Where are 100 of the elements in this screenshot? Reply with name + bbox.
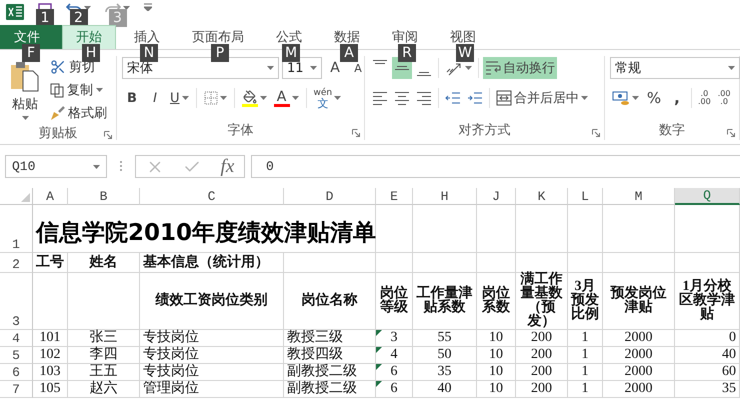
table-cell: 10 [489, 330, 503, 346]
column-header[interactable]: Q [675, 188, 740, 205]
error-indicator-icon[interactable] [376, 364, 382, 370]
formula-input[interactable]: 0 [251, 155, 740, 178]
table-cell: 102 [40, 347, 60, 363]
table-cell: 副教授二级 [287, 364, 357, 380]
column-header[interactable]: C [140, 188, 284, 205]
row-header[interactable]: 1 [0, 205, 33, 253]
row-header[interactable]: 2 [0, 253, 33, 273]
table-cell: 2000 [624, 347, 652, 363]
caret-icon [96, 88, 103, 92]
group-label: 数字 [659, 122, 685, 139]
font-name-field[interactable]: 宋体 [122, 57, 279, 79]
table-cell: 10 [489, 364, 503, 380]
keytip-tooltip: N [140, 44, 158, 62]
caret-icon [123, 6, 130, 10]
number-format-field[interactable]: 常规 [610, 57, 740, 79]
caret-icon [182, 96, 189, 100]
redo-button[interactable] [105, 3, 130, 12]
table-cell: 2000 [624, 364, 652, 380]
column-header[interactable]: E [376, 188, 413, 205]
caret-icon [632, 96, 639, 100]
decrease-decimal-button[interactable]: .00 .0 [716, 87, 732, 109]
column-heading: 3月预发比例 [571, 280, 599, 322]
keytip-tooltip: P [211, 44, 229, 62]
dialog-launcher-icon[interactable] [592, 129, 600, 137]
table-cell: 6 [390, 381, 398, 397]
italic-button[interactable]: I [145, 87, 165, 109]
font-color-button[interactable]: A [272, 87, 301, 109]
column-header[interactable]: J [477, 188, 516, 205]
table-cell: 张三 [90, 330, 118, 346]
comma-button[interactable]: , [667, 87, 687, 109]
column-heading: 预发岗位津贴 [609, 287, 668, 315]
row-header[interactable]: 4 [0, 330, 33, 347]
table-cell: 200 [531, 330, 552, 346]
dialog-launcher-icon[interactable] [727, 129, 735, 137]
table-cell: 教授三级 [287, 330, 343, 346]
row-header[interactable]: 6 [0, 364, 33, 381]
column-header[interactable]: H [413, 188, 477, 205]
row-header[interactable]: 7 [0, 381, 33, 398]
increase-indent-icon [467, 90, 483, 106]
merge-center-button[interactable]: 合并后居中 [494, 87, 590, 109]
caret-icon [334, 96, 342, 100]
column-header[interactable]: M [603, 188, 675, 205]
keytip-tooltip: 3 [108, 9, 126, 27]
bold-button[interactable]: B [122, 87, 142, 109]
caret-icon [93, 164, 100, 168]
column-heading: 岗位名称 [302, 294, 358, 308]
caret-icon [310, 66, 317, 70]
column-heading: 绩效工资岗位类别 [156, 294, 268, 308]
save-button[interactable] [38, 3, 52, 10]
table-cell: 101 [40, 330, 60, 346]
undo-button[interactable] [66, 3, 91, 12]
table-cell: 40 [722, 347, 736, 363]
column-heading: 岗位系数 [481, 287, 511, 315]
row-header[interactable]: 5 [0, 347, 33, 364]
copy-button[interactable]: 复制 [49, 79, 108, 101]
copy-icon [50, 82, 64, 98]
percent-button[interactable]: % [644, 87, 664, 109]
caret-icon [728, 66, 735, 70]
column-header[interactable]: L [568, 188, 603, 205]
font-size-field[interactable]: 11 [282, 57, 322, 79]
column-heading: 岗位等级 [379, 287, 409, 315]
dialog-launcher-icon[interactable] [352, 129, 360, 137]
dialog-launcher-icon[interactable] [104, 131, 112, 139]
phonetic-button[interactable]: wén 文 [312, 87, 344, 109]
column-header[interactable]: A [33, 188, 68, 205]
error-indicator-icon[interactable] [376, 330, 382, 336]
table-cell: 专技岗位 [143, 330, 199, 346]
save-icon [38, 3, 52, 10]
error-indicator-icon[interactable] [376, 347, 382, 353]
table-cell: 50 [438, 347, 452, 363]
table-cell: 李四 [90, 347, 118, 363]
table-cell: 55 [438, 330, 452, 346]
caret-icon [581, 96, 588, 100]
table-cell: 200 [531, 347, 552, 363]
insert-function-button[interactable]: fx [220, 156, 234, 178]
increase-decimal-button[interactable]: .0 .00 [696, 87, 713, 109]
align-bottom-icon [416, 72, 432, 76]
table-cell: 35 [438, 364, 452, 380]
caret-icon [260, 96, 267, 100]
customize-toolbar-icon[interactable] [144, 3, 152, 11]
column-header[interactable]: B [68, 188, 140, 205]
underline-button[interactable]: U [168, 87, 191, 109]
row-header[interactable]: 3 [0, 273, 33, 330]
align-center-icon [394, 92, 410, 104]
caret-icon [292, 96, 299, 100]
spreadsheet-logo-icon[interactable] [6, 3, 24, 21]
table-cell: 40 [438, 381, 452, 397]
error-indicator-icon[interactable] [376, 381, 382, 387]
format-painter-button[interactable]: 格式刷 [49, 102, 108, 124]
name-box[interactable]: Q10 [5, 155, 107, 178]
align-left-icon [372, 92, 388, 104]
column-header[interactable]: D [284, 188, 376, 205]
wrap-text-button[interactable]: 自动换行 [483, 57, 557, 79]
table-cell: 200 [531, 381, 552, 397]
align-right-icon [416, 92, 432, 104]
align-middle-icon [394, 66, 410, 70]
column-header[interactable]: K [516, 188, 568, 205]
money-icon [612, 90, 630, 106]
